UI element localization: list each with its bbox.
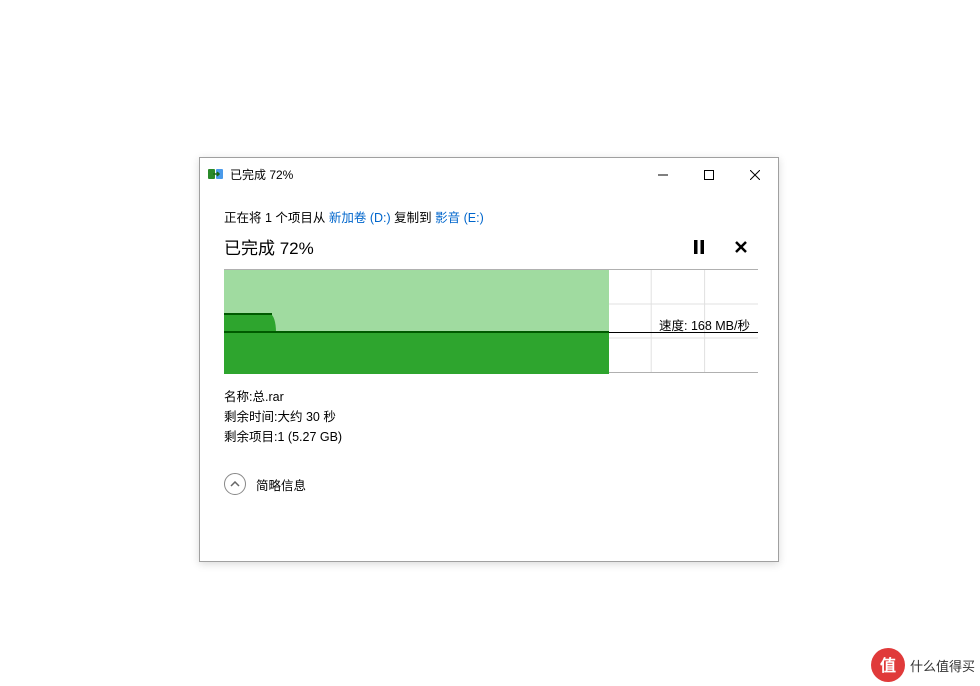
window-title: 已完成 72% (230, 166, 640, 183)
watermark-logo: 值 什么值得买 (870, 644, 980, 686)
speed-chart: 速度: 168 MB/秒 (224, 269, 758, 373)
detail-name: 名称: 总.rar (224, 387, 754, 407)
detail-items: 剩余项目: 1 (5.27 GB) (224, 427, 754, 447)
copy-description: 正在将 1 个项目从 新加卷 (D:) 复制到 影音 (E:) (224, 207, 754, 226)
progress-header: 已完成 72% (224, 234, 754, 259)
progress-controls (690, 238, 754, 256)
svg-text:什么值得买: 什么值得买 (910, 659, 975, 674)
file-copy-dialog: 已完成 72% 正在将 1 个项目从 新加卷 (D:) 复制到 影音 (E:) … (199, 157, 779, 562)
simple-info-toggle[interactable]: 简略信息 (224, 473, 754, 495)
chevron-up-icon (224, 473, 246, 495)
window-controls (640, 158, 778, 191)
progress-title: 已完成 72% (224, 234, 314, 259)
dialog-content: 正在将 1 个项目从 新加卷 (D:) 复制到 影音 (E:) 已完成 72% (200, 191, 778, 507)
pause-button[interactable] (690, 238, 708, 256)
destination-link[interactable]: 影音 (E:) (435, 211, 484, 225)
detail-time: 剩余时间: 大约 30 秒 (224, 407, 754, 427)
svg-text:值: 值 (880, 656, 896, 675)
close-button[interactable] (732, 158, 778, 191)
maximize-button[interactable] (686, 158, 732, 191)
copy-details: 名称: 总.rar 剩余时间: 大约 30 秒 剩余项目: 1 (5.27 GB… (224, 387, 754, 447)
speed-label: 速度: 168 MB/秒 (659, 315, 750, 334)
titlebar: 已完成 72% (200, 158, 778, 191)
copy-icon (208, 167, 224, 183)
minimize-button[interactable] (640, 158, 686, 191)
chart-fill (224, 270, 609, 374)
simple-info-label: 简略信息 (256, 475, 306, 494)
source-link[interactable]: 新加卷 (D:) (329, 211, 391, 225)
cancel-button[interactable] (732, 238, 750, 256)
